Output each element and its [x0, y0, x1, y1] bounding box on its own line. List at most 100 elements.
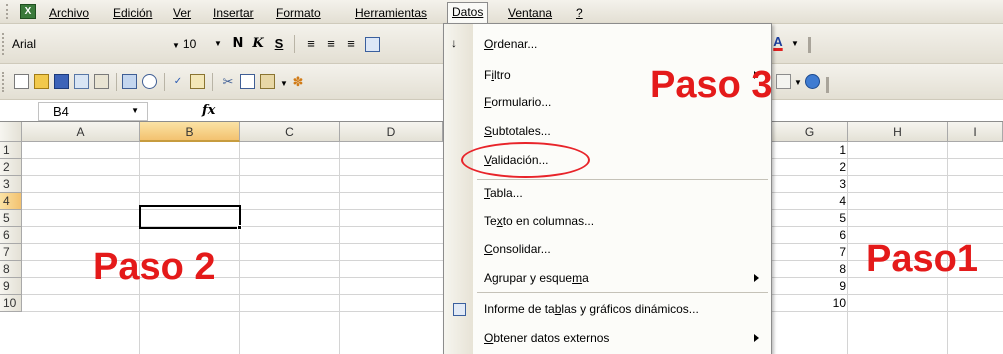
menu-item-label: Ordenar...	[484, 37, 538, 51]
toolbar-options-icon[interactable]	[808, 37, 811, 53]
zoom-dropdown-icon[interactable]: ▼	[790, 75, 806, 91]
row-header-2[interactable]: 2	[0, 159, 22, 176]
toolbar-separator	[164, 73, 165, 91]
step-2-label: Paso 2	[93, 246, 216, 288]
open-folder-icon[interactable]	[34, 74, 49, 89]
format-painter-icon[interactable]: ✽	[290, 74, 306, 90]
menu-item-texto-en-columnas[interactable]: Texto en columnas...	[444, 209, 771, 234]
spelling-icon[interactable]: ✓	[170, 74, 186, 90]
paste-icon[interactable]	[260, 74, 275, 89]
menu-archivo[interactable]: Archivo	[49, 5, 89, 21]
column-header-d[interactable]: D	[340, 122, 443, 142]
menu-ventana[interactable]: Ventana	[508, 5, 552, 21]
column-header-g[interactable]: G	[772, 122, 848, 142]
menu-separator	[477, 179, 768, 180]
cell-g1[interactable]: 1	[772, 142, 848, 159]
menu-separator	[477, 292, 768, 293]
font-name-value: Arial	[12, 37, 37, 51]
font-color-dropdown-icon[interactable]: ▼	[787, 36, 803, 52]
cell-g10[interactable]: 10	[772, 295, 848, 312]
name-box[interactable]: B4 ▼	[38, 102, 148, 121]
toolbar-options-icon[interactable]	[826, 77, 829, 93]
menu-item-label: Informe de tablas y gráficos dinámicos..…	[484, 302, 699, 316]
save-icon[interactable]	[54, 74, 69, 89]
column-header-c[interactable]: C	[240, 122, 340, 142]
cell-g7[interactable]: 7	[772, 244, 848, 261]
submenu-arrow-icon	[754, 274, 759, 282]
underline-button[interactable]: S	[271, 36, 287, 52]
menu-herramientas[interactable]: Herramientas	[355, 5, 427, 21]
cell-g4[interactable]: 4	[772, 193, 848, 210]
toolbar-grip[interactable]	[2, 72, 5, 92]
font-color-button[interactable]: A	[770, 34, 786, 50]
permission-icon[interactable]	[74, 74, 89, 89]
toolbar-separator	[212, 73, 213, 91]
step-1-label: Paso1	[866, 238, 978, 280]
research-icon[interactable]	[190, 74, 205, 89]
column-header-h[interactable]: H	[848, 122, 948, 142]
menu-item-obtener-datos-externos[interactable]: Obtener datos externos	[444, 326, 771, 351]
bold-button[interactable]: N	[230, 36, 246, 52]
menu-item-agrupar-esquema[interactable]: Agrupar y esquema	[444, 266, 771, 291]
row-header-8[interactable]: 8	[0, 261, 22, 278]
align-left-icon[interactable]: ≡	[303, 36, 319, 52]
fill-handle[interactable]	[237, 225, 242, 230]
row-header-10[interactable]: 10	[0, 295, 22, 312]
cell-g9[interactable]: 9	[772, 278, 848, 295]
insert-function-icon[interactable]: fx	[202, 103, 215, 118]
cell-g8[interactable]: 8	[772, 261, 848, 278]
menu-item-ordenar[interactable]: ↓ Ordenar...	[444, 32, 771, 57]
cell-g6[interactable]: 6	[772, 227, 848, 244]
menu-bar: X Archivo Edición Ver Insertar Formato H…	[0, 0, 1003, 24]
align-center-icon[interactable]: ≡	[323, 36, 339, 52]
column-header-a[interactable]: A	[22, 122, 140, 142]
row-header-7[interactable]: 7	[0, 244, 22, 261]
row-header-9[interactable]: 9	[0, 278, 22, 295]
menu-formato[interactable]: Formato	[276, 5, 321, 21]
zoom-box[interactable]	[776, 74, 791, 89]
help-icon[interactable]	[805, 74, 820, 89]
menu-help[interactable]: ?	[576, 5, 583, 21]
toolbar-separator	[294, 35, 295, 53]
row-header-1[interactable]: 1	[0, 142, 22, 159]
menu-item-tabla[interactable]: Tabla...	[444, 181, 771, 206]
select-all-corner[interactable]	[0, 122, 22, 142]
copy-icon[interactable]	[240, 74, 255, 89]
font-name-combo[interactable]: Arial	[8, 34, 168, 54]
column-header-i[interactable]: I	[948, 122, 1003, 142]
row-header-5[interactable]: 5	[0, 210, 22, 227]
menu-insertar[interactable]: Insertar	[213, 5, 254, 21]
pivot-table-icon	[453, 303, 466, 316]
italic-button[interactable]: K	[250, 36, 266, 52]
cell-g5[interactable]: 5	[772, 210, 848, 227]
menu-item-tablas-dinamicas[interactable]: Informe de tablas y gráficos dinámicos..…	[444, 297, 771, 322]
menubar-grip[interactable]	[6, 4, 9, 19]
toolbar-grip[interactable]	[2, 33, 5, 55]
menu-item-subtotales[interactable]: Subtotales...	[444, 119, 771, 144]
chevron-down-icon[interactable]: ▼	[131, 106, 139, 115]
cut-icon[interactable]: ✂	[220, 74, 236, 90]
cell-g3[interactable]: 3	[772, 176, 848, 193]
menu-item-consolidar[interactable]: Consolidar...	[444, 237, 771, 262]
align-right-icon[interactable]: ≡	[343, 36, 359, 52]
print-icon[interactable]	[122, 74, 137, 89]
active-cell-b4[interactable]	[139, 205, 241, 229]
menu-datos[interactable]: Datos	[447, 2, 489, 23]
row-header-4[interactable]: 4	[0, 193, 22, 210]
font-size-combo[interactable]: ▼ 10	[168, 34, 204, 54]
menu-edicion[interactable]: Edición	[113, 5, 152, 21]
print-preview-icon[interactable]	[142, 74, 157, 89]
cell-g2[interactable]: 2	[772, 159, 848, 176]
menu-ver[interactable]: Ver	[173, 5, 191, 21]
menu-item-label: Subtotales...	[484, 124, 551, 138]
font-size-value: 10	[182, 37, 197, 51]
excel-logo-icon[interactable]: X	[20, 4, 36, 19]
new-document-icon[interactable]	[14, 74, 29, 89]
email-icon[interactable]	[94, 74, 109, 89]
column-header-b[interactable]: B	[140, 122, 240, 142]
merge-center-icon[interactable]	[365, 37, 380, 52]
row-header-3[interactable]: 3	[0, 176, 22, 193]
row-header-6[interactable]: 6	[0, 227, 22, 244]
menu-item-label: Texto en columnas...	[484, 214, 595, 228]
font-size-dropdown-icon[interactable]: ▼	[210, 36, 226, 52]
